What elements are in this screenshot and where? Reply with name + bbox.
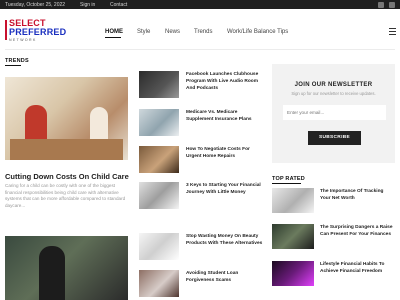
list-item-thumbnail[interactable] xyxy=(139,233,179,260)
list-item-title[interactable]: Stop Wasting Money On Beauty Products Wi… xyxy=(186,233,266,247)
current-date: Tuesday, October 25, 2022 xyxy=(5,1,66,8)
list-item-thumbnail[interactable] xyxy=(139,71,179,98)
newsletter-box: JOIN OUR NEWSLETTER Sign up for our news… xyxy=(272,64,395,163)
logo-bar xyxy=(5,20,7,40)
list-item-thumbnail[interactable] xyxy=(139,146,179,173)
list-item-title[interactable]: Facebook Launches Clubhouse Program With… xyxy=(186,71,266,93)
nav-news[interactable]: News xyxy=(165,29,180,35)
subscribe-button[interactable]: SUBSCRIBE xyxy=(308,131,361,145)
newsletter-email-input[interactable] xyxy=(283,105,386,120)
top-rated-thumbnail[interactable] xyxy=(272,224,314,249)
featured-excerpt: Caring for a child can be costly with on… xyxy=(5,183,126,208)
nav-trends[interactable]: Trends xyxy=(194,29,212,35)
top-rated-title[interactable]: Lifestyle Financial Habits To Achieve Fi… xyxy=(320,261,395,275)
list-item-title[interactable]: How To Negotiate Costs For Urgent Home R… xyxy=(186,146,266,160)
featured-title[interactable]: Cutting Down Costs On Child Care xyxy=(5,172,129,181)
header-divider xyxy=(5,49,395,50)
second-featured-image[interactable] xyxy=(5,236,128,300)
list-item-thumbnail[interactable] xyxy=(139,270,179,297)
top-rated-thumbnail[interactable] xyxy=(272,261,314,286)
list-item-thumbnail[interactable] xyxy=(139,182,179,209)
list-item-title[interactable]: 3 Keys to Starting Your Financial Journe… xyxy=(186,182,266,196)
nav-style[interactable]: Style xyxy=(137,29,150,35)
featured-image[interactable] xyxy=(5,77,128,160)
top-bar: Tuesday, October 25, 2022 Sign in Contac… xyxy=(0,0,400,9)
list-item-thumbnail[interactable] xyxy=(139,109,179,136)
top-rated-title[interactable]: The Surprising Dangers a Raise Can Prese… xyxy=(320,224,395,238)
nav-home[interactable]: HOME xyxy=(105,29,123,35)
sign-in-link[interactable]: Sign in xyxy=(80,2,95,8)
newsletter-subtitle: Sign up for our newsletter to receive up… xyxy=(291,91,376,96)
nav-active-underline xyxy=(105,37,121,38)
section-title-top-rated: TOP RATED xyxy=(272,176,305,182)
section-underline xyxy=(5,65,21,66)
instagram-icon[interactable] xyxy=(389,1,395,8)
menu-icon[interactable] xyxy=(389,28,396,35)
section-underline xyxy=(272,183,301,184)
logo-line-3: NETWORK xyxy=(9,38,37,42)
list-item-title[interactable]: Avoiding Student Loan Forgiveness Scams xyxy=(186,270,266,284)
list-item-title[interactable]: Medicare Vs. Medicare Supplement Insuran… xyxy=(186,109,266,123)
contact-link[interactable]: Contact xyxy=(110,2,127,8)
section-title-trends: TRENDS xyxy=(5,58,29,64)
site-logo[interactable]: SELECT PREFERRED NETWORK xyxy=(5,19,67,44)
logo-line-2: PREFERRED xyxy=(9,27,67,37)
newsletter-title: JOIN OUR NEWSLETTER xyxy=(294,82,373,88)
top-rated-title[interactable]: The Importance Of Tracking Your Net Wort… xyxy=(320,188,395,202)
nav-work-life-balance-tips[interactable]: Work/Life Balance Tips xyxy=(227,29,288,35)
facebook-icon[interactable] xyxy=(378,1,384,8)
top-rated-thumbnail[interactable] xyxy=(272,188,314,213)
